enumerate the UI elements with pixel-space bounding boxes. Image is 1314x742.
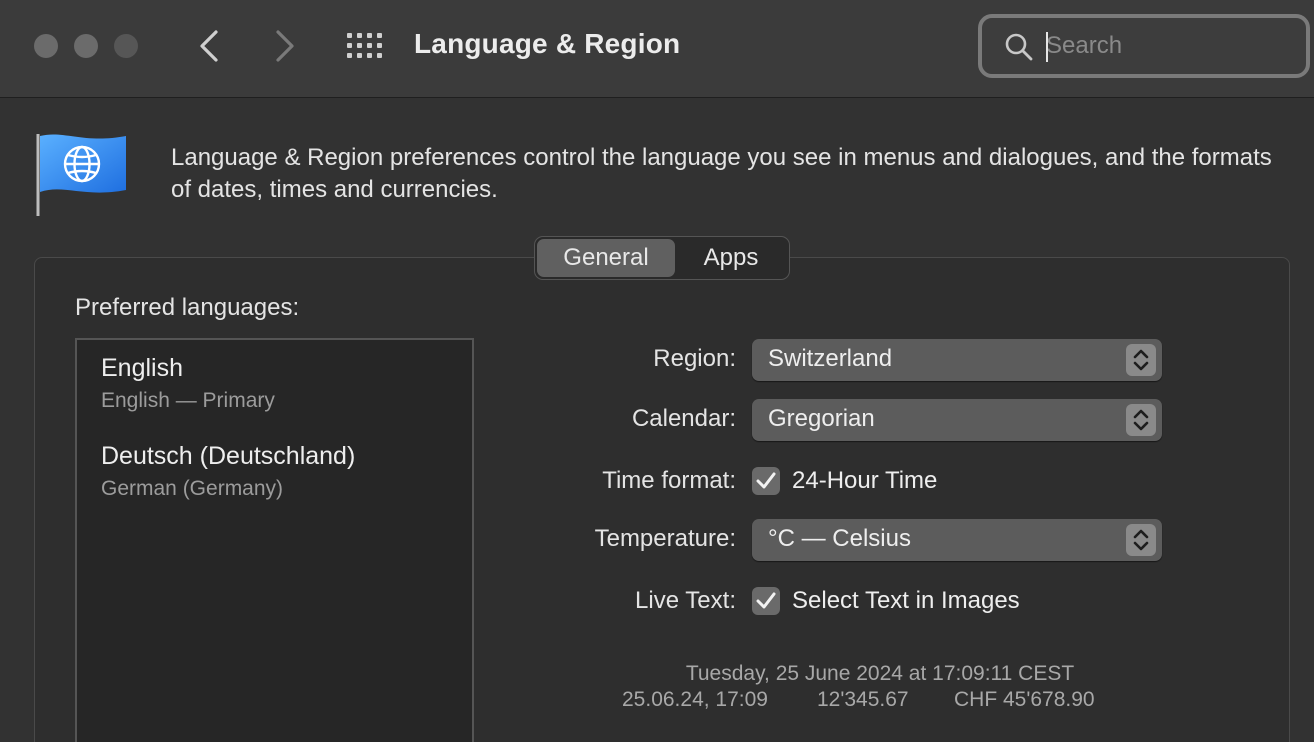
close-window-button[interactable] (34, 34, 58, 58)
search-icon (1005, 33, 1033, 61)
language-name: Deutsch (Deutschland) (101, 442, 356, 470)
select-text-in-images-label: Select Text in Images (792, 587, 1020, 614)
globe-flag-icon (36, 134, 126, 216)
preferences-description: Language & Region preferences control th… (171, 144, 1272, 203)
preferred-languages-heading: Preferred languages: (75, 294, 300, 321)
window-title: Language & Region (414, 28, 681, 59)
tab-bar: General Apps (534, 236, 790, 280)
temperature-popup[interactable]: °C — Celsius (752, 519, 1162, 561)
time-format-label: Time format: (602, 467, 736, 494)
24-hour-time-label: 24-Hour Time (792, 467, 938, 494)
show-all-grid-icon[interactable] (346, 32, 384, 60)
long-date-preview: Tuesday, 25 June 2024 at 17:09:11 CEST (685, 662, 1075, 685)
preferred-languages-list[interactable]: English English — Primary Deutsch (Deuts… (75, 338, 474, 742)
calendar-value: Gregorian (768, 405, 875, 432)
search-input[interactable] (1046, 26, 1296, 66)
text-caret (1046, 32, 1048, 62)
calendar-label: Calendar: (631, 405, 736, 432)
zoom-window-button[interactable] (114, 34, 138, 58)
language-name: English (101, 354, 183, 382)
live-text-label: Live Text: (635, 587, 736, 614)
currency-preview: CHF 45'678.90 (954, 688, 1095, 711)
forward-chevron-icon[interactable] (262, 24, 306, 68)
up-down-chevron-icon (1126, 344, 1156, 376)
title-bar: Language & Region (0, 0, 1314, 98)
minimize-window-button[interactable] (74, 34, 98, 58)
select-text-in-images-checkbox[interactable] (752, 587, 780, 615)
region-value: Switzerland (768, 345, 893, 372)
region-popup[interactable]: Switzerland (752, 339, 1162, 381)
up-down-chevron-icon (1126, 524, 1156, 556)
tab-apps[interactable]: Apps (675, 239, 787, 277)
calendar-popup[interactable]: Gregorian (752, 399, 1162, 441)
list-item[interactable]: Deutsch (Deutschland) German (Germany) (101, 442, 355, 501)
language-subtitle: English — Primary (101, 389, 275, 412)
back-chevron-icon[interactable] (188, 24, 232, 68)
region-label: Region: (653, 345, 736, 372)
short-date-preview: 25.06.24, 17:09 (622, 688, 768, 711)
number-preview: 12'345.67 (817, 688, 909, 711)
search-field[interactable] (978, 14, 1310, 78)
temperature-value: °C — Celsius (768, 525, 911, 552)
language-subtitle: German (Germany) (101, 477, 284, 500)
24-hour-time-checkbox[interactable] (752, 467, 780, 495)
temperature-label: Temperature: (594, 525, 736, 552)
list-item[interactable]: English English — Primary (101, 354, 275, 413)
tab-general[interactable]: General (537, 239, 675, 277)
up-down-chevron-icon (1126, 404, 1156, 436)
